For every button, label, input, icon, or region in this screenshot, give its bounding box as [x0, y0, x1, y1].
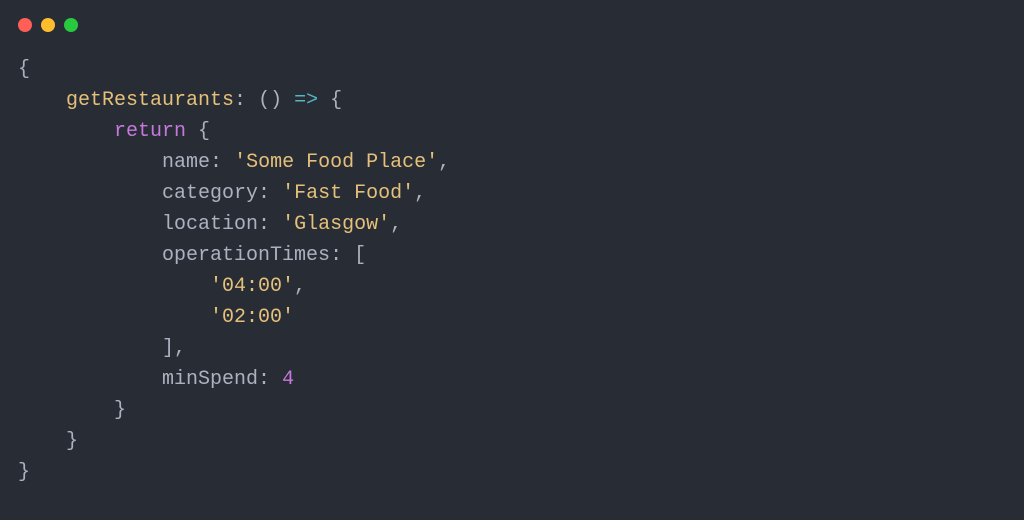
prop-key-operationtimes: operationTimes: [162, 244, 330, 267]
window-titlebar: [0, 0, 1024, 32]
colon: :: [210, 151, 222, 174]
prop-key-category: category: [162, 182, 258, 205]
bracket-open: [: [354, 244, 366, 267]
prop-val-location: 'Glasgow': [282, 213, 390, 236]
paren-open: (: [258, 89, 270, 112]
bracket-close: ]: [162, 337, 174, 360]
close-icon[interactable]: [18, 18, 32, 32]
brace-close: }: [18, 461, 30, 484]
paren-close: ): [270, 89, 282, 112]
op-time-0: '04:00': [210, 275, 294, 298]
op-time-1: '02:00': [210, 306, 294, 329]
arrow-op: =>: [294, 89, 318, 112]
prop-key-name: name: [162, 151, 210, 174]
prop-val-minspend: 4: [282, 368, 294, 391]
comma: ,: [414, 182, 426, 205]
function-name: getRestaurants: [66, 89, 234, 112]
prop-val-name: 'Some Food Place': [234, 151, 438, 174]
colon: :: [234, 89, 246, 112]
minimize-icon[interactable]: [41, 18, 55, 32]
code-block: { getRestaurants: () => { return { name:…: [0, 32, 1024, 488]
colon: :: [258, 213, 270, 236]
brace-close: }: [114, 399, 126, 422]
prop-key-location: location: [162, 213, 258, 236]
brace-close: }: [66, 430, 78, 453]
colon: :: [258, 368, 270, 391]
return-keyword: return: [114, 120, 186, 143]
comma: ,: [174, 337, 186, 360]
brace-open: {: [18, 58, 30, 81]
zoom-icon[interactable]: [64, 18, 78, 32]
comma: ,: [390, 213, 402, 236]
brace-open: {: [198, 120, 210, 143]
colon: :: [330, 244, 342, 267]
prop-val-category: 'Fast Food': [282, 182, 414, 205]
comma: ,: [294, 275, 306, 298]
prop-key-minspend: minSpend: [162, 368, 258, 391]
comma: ,: [438, 151, 450, 174]
colon: :: [258, 182, 270, 205]
brace-open: {: [330, 89, 342, 112]
